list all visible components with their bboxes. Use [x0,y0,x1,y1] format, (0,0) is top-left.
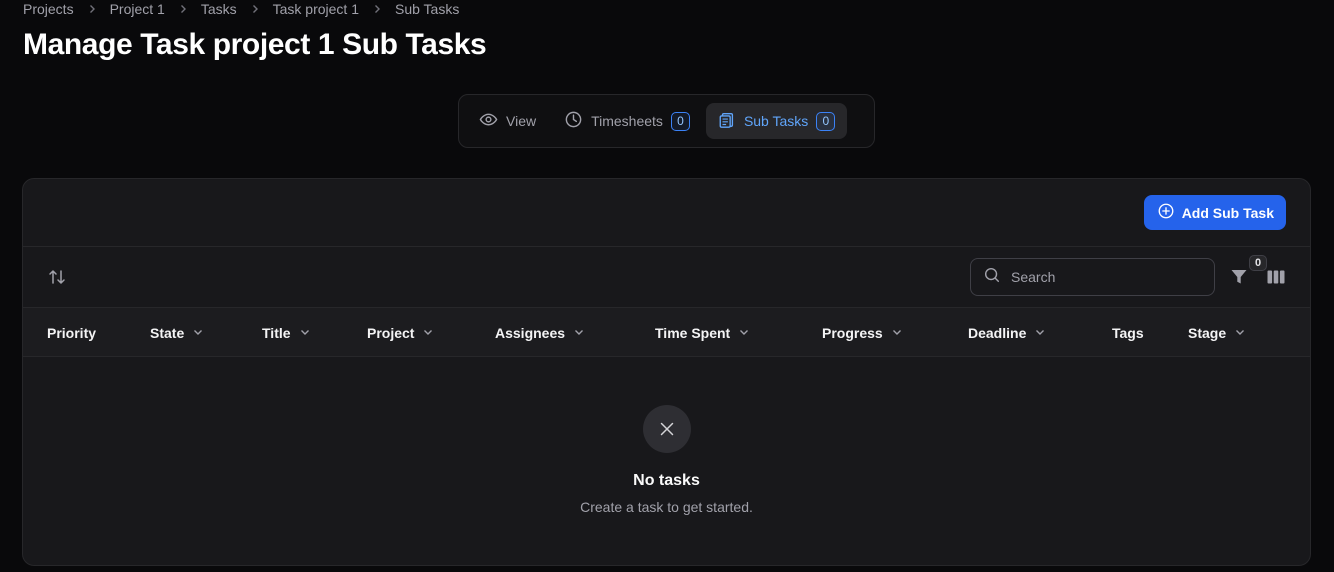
sort-arrows-icon[interactable] [47,267,67,287]
columns-icon[interactable] [1266,267,1286,287]
search-field [970,258,1215,296]
empty-state-description: Create a task to get started. [580,499,753,515]
column-header-tags: Tags [1112,308,1144,357]
tab-timesheets-label: Timesheets [591,113,663,129]
chevron-right-icon [165,3,201,15]
column-label: Priority [47,324,97,341]
empty-state: No tasks Create a task to get started. [23,357,1310,565]
tab-view[interactable]: View [467,103,548,139]
chevron-down-icon [573,325,585,341]
column-header-project[interactable]: Project [367,308,434,357]
chevron-right-icon [237,3,273,15]
tab-sub-tasks-label: Sub Tasks [743,113,809,129]
column-label: Progress [822,324,883,341]
chevron-down-icon [891,325,903,341]
breadcrumb-tasks[interactable]: Tasks [201,1,237,17]
funnel-icon[interactable] [1229,267,1249,287]
chevron-down-icon [299,325,311,341]
add-sub-task-label: Add Sub Task [1181,204,1274,221]
timesheets-count-badge: 0 [670,111,690,131]
tab-view-label: View [506,113,537,129]
breadcrumb: Projects Project 1 Tasks Task project 1 … [23,0,459,18]
panel-header: Add Sub Task [23,179,1310,247]
column-header-state[interactable]: State [150,308,204,357]
column-label: Stage [1188,324,1227,341]
chevron-down-icon [192,325,204,341]
sub-tasks-table-panel: Add Sub Task 0 Priority State Title Proj… [22,178,1311,566]
column-label: Title [262,324,291,341]
column-label: Project [367,324,415,341]
column-header-stage[interactable]: Stage [1188,308,1246,357]
chevron-right-icon [359,3,395,15]
filter-count-badge: 0 [1249,255,1267,271]
empty-state-title: No tasks [633,472,700,489]
breadcrumb-task-project-1[interactable]: Task project 1 [273,1,359,17]
column-label: Deadline [968,324,1027,341]
search-icon [983,266,1001,289]
column-label: State [150,324,185,341]
column-header-progress[interactable]: Progress [822,308,903,357]
chevron-down-icon [1234,325,1246,341]
tab-timesheets[interactable]: Timesheets 0 [552,103,702,139]
column-label: Assignees [495,324,566,341]
record-tabs: View Timesheets 0 Sub Tasks 0 [458,94,875,148]
x-icon [643,405,691,453]
eye-icon [479,110,498,132]
column-header-time-spent[interactable]: Time Spent [655,308,750,357]
breadcrumb-sub-tasks: Sub Tasks [395,1,460,17]
chevron-down-icon [738,325,750,341]
column-header-title[interactable]: Title [262,308,311,357]
clock-icon [564,110,583,132]
table-toolbar: 0 [23,247,1310,308]
column-header-deadline[interactable]: Deadline [968,308,1046,357]
column-header-assignees[interactable]: Assignees [495,308,585,357]
column-header-priority: Priority [47,308,96,357]
chevron-right-icon [74,3,110,15]
tab-sub-tasks[interactable]: Sub Tasks 0 [705,103,848,139]
column-label: Time Spent [655,324,731,341]
page-title: Manage Task project 1 Sub Tasks [23,28,487,61]
breadcrumb-project-1[interactable]: Project 1 [110,1,165,17]
breadcrumb-projects[interactable]: Projects [23,1,74,17]
plus-circle-icon [1157,202,1175,223]
table-header: Priority State Title Project Assignees T… [23,308,1310,357]
add-sub-task-button[interactable]: Add Sub Task [1143,195,1286,230]
chevron-down-icon [1034,325,1046,341]
search-input[interactable] [1011,269,1202,285]
column-label: Tags [1112,324,1144,341]
sub-tasks-count-badge: 0 [816,111,836,131]
chevron-down-icon [422,325,434,341]
clipboard-icon [718,111,736,132]
